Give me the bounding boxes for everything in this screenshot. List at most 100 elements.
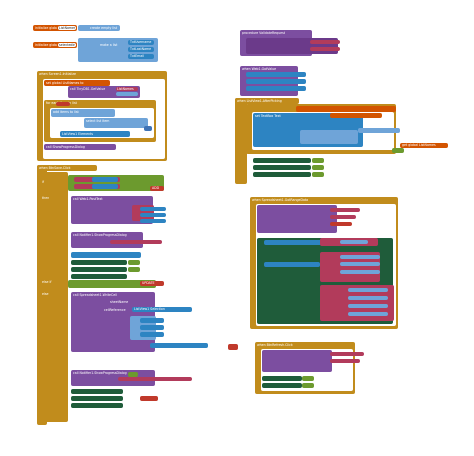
set-visible-block-6[interactable] <box>71 403 123 408</box>
gotrange-red[interactable] <box>330 222 352 226</box>
show-progress-dialog-2-text: call Notifier1.ShowProgressDialog <box>73 371 127 375</box>
btnsave-click-label: when BtnSave.Click <box>39 166 71 170</box>
set-visible-after-1[interactable] <box>253 165 311 170</box>
gotrange-item-g[interactable] <box>348 304 388 308</box>
set-global-selected[interactable] <box>296 106 396 112</box>
else-if-label: else if <box>42 280 52 284</box>
btnrefresh-true-2[interactable] <box>302 383 314 388</box>
gotrange-item-h[interactable] <box>348 312 388 316</box>
write-data-item-3[interactable] <box>140 332 164 337</box>
list-item-1-text: TxtUsername <box>130 40 152 44</box>
set-visible-true-2[interactable] <box>312 172 324 177</box>
set-visible-after-2[interactable] <box>253 172 311 177</box>
txt-username-getter[interactable] <box>92 177 118 182</box>
gotrange-call-dismiss[interactable] <box>257 205 337 233</box>
btnrefresh-text: when BtnRefresh.Click <box>257 343 293 347</box>
spreadsheet-gotrange-text: when Spreadsheet1.GotRangeData <box>252 198 309 202</box>
tinydb-empty-list[interactable] <box>116 92 138 96</box>
procedure-validate-text: procedure ValidateRequest <box>242 31 285 35</box>
btnrefresh-show-progress[interactable] <box>262 350 332 372</box>
tinydb-tag-value-text: ListNames <box>117 87 134 91</box>
get-number-text: get global ListNames <box>402 143 436 147</box>
join-item-1[interactable] <box>140 207 166 211</box>
make-a-list-text: make a list <box>100 43 118 47</box>
index-number-block[interactable] <box>144 126 152 131</box>
add-items-text: add items to list <box>53 110 79 114</box>
else-label: else <box>42 292 49 296</box>
sheet-name-label: sheetName <box>110 300 129 304</box>
gotrange-item-d[interactable] <box>340 270 380 274</box>
btnrefresh-set-1[interactable] <box>262 376 302 381</box>
set-visible-block-2[interactable] <box>71 267 127 272</box>
set-enabled-block[interactable] <box>253 158 311 163</box>
gotrange-item-e[interactable] <box>348 288 388 292</box>
stray-green-block[interactable] <box>128 372 138 377</box>
gotrange-item-b[interactable] <box>340 255 380 259</box>
set-visible-block-4[interactable] <box>71 389 123 394</box>
tinydb-get-text: call TinyDB1.GetValue <box>70 87 106 91</box>
set-url-block[interactable] <box>71 252 141 258</box>
if-else-block[interactable] <box>40 172 68 422</box>
stray-red-block[interactable] <box>228 344 238 350</box>
set-visible-true-1[interactable] <box>312 165 324 170</box>
create-empty-list-text: create empty list <box>90 26 118 30</box>
write-cell-text: call Spreadsheet1.WriteCell <box>73 293 117 297</box>
gotrange-item-c[interactable] <box>340 262 380 266</box>
get-global-listnames-1[interactable] <box>330 113 382 118</box>
web-gotvalue-set-1[interactable] <box>246 72 306 77</box>
btnrefresh-title[interactable] <box>330 359 360 363</box>
set-visible-block-1[interactable] <box>71 260 127 265</box>
web-gotvalue-set-2[interactable] <box>246 79 306 84</box>
cell-reference-label: cellReference <box>104 308 126 312</box>
list-item-3-text: TxtEmail <box>130 54 144 58</box>
global-listnames-label: initialize global <box>35 26 57 30</box>
join-item-2[interactable] <box>140 213 166 217</box>
progress-msg-2[interactable] <box>118 377 192 381</box>
procedure-msg[interactable] <box>310 40 340 44</box>
true-block-1[interactable] <box>128 260 140 265</box>
listview-selection-2[interactable] <box>150 343 208 348</box>
gotrange-set-listview[interactable] <box>264 240 324 245</box>
gotrange-msg[interactable] <box>330 208 360 212</box>
set-global-listnames-text: set global ListNames to <box>46 81 84 85</box>
global-selectedindex-label: initialize global <box>35 43 57 47</box>
web-gotvalue-text: when Web1.GotValue <box>242 67 277 71</box>
select-list-item-text: select list item <box>86 119 110 123</box>
stray-true-block[interactable] <box>392 148 404 153</box>
show-progress-dialog-1-text: call Notifier1.ShowProgressDialog <box>73 233 127 237</box>
gotrange-title[interactable] <box>330 215 356 219</box>
select-list-item-2[interactable] <box>300 130 358 144</box>
set-visible-block-5[interactable] <box>71 396 123 401</box>
btnrefresh-true-1[interactable] <box>302 376 314 381</box>
web-gotvalue-set-3[interactable] <box>246 86 306 91</box>
call-web-posttext-text: call Web1.PostText <box>73 197 103 201</box>
gotrange-item-a[interactable] <box>340 240 368 244</box>
btnrefresh-set-2[interactable] <box>262 383 302 388</box>
listview-selection-text: ListView1 Selection <box>134 307 165 311</box>
listview-elements-text: ListView1 Elements <box>62 132 94 136</box>
set-visible-block-3[interactable] <box>71 274 127 279</box>
screen-init-label: when Screen1.Initialize <box>39 72 76 76</box>
for-each-highlight[interactable] <box>56 102 70 106</box>
if-label: if <box>42 180 45 184</box>
listview-afterpicking-text: when ListView1.AfterPicking <box>237 99 282 103</box>
btnrefresh-msg[interactable] <box>330 352 364 356</box>
txt-lastname-getter[interactable] <box>92 184 118 189</box>
gotrange-list-2[interactable] <box>264 262 320 267</box>
write-data-item-2[interactable] <box>140 325 164 330</box>
set-textbox-text-label: set TextBox Text <box>255 114 281 118</box>
procedure-title[interactable] <box>310 47 340 51</box>
join-item-3[interactable] <box>140 219 166 223</box>
update-text: UPDATE <box>142 281 155 285</box>
true-block-2[interactable] <box>128 267 140 272</box>
global-selectedindex-name-text: selectedIndex <box>59 43 75 47</box>
set-enabled-true[interactable] <box>312 158 324 163</box>
write-data-item-1[interactable] <box>140 318 164 323</box>
gotrange-item-f[interactable] <box>348 296 388 300</box>
index-number-2[interactable] <box>358 128 400 133</box>
call-show-progress-proc-text: call ShowProgressDialog <box>46 145 85 149</box>
progress-msg-1[interactable] <box>110 240 162 244</box>
add-badge-text: ADD <box>152 186 160 190</box>
add-highlight-2[interactable] <box>140 396 158 401</box>
global-listnames-name-text: ListNames <box>59 26 75 30</box>
